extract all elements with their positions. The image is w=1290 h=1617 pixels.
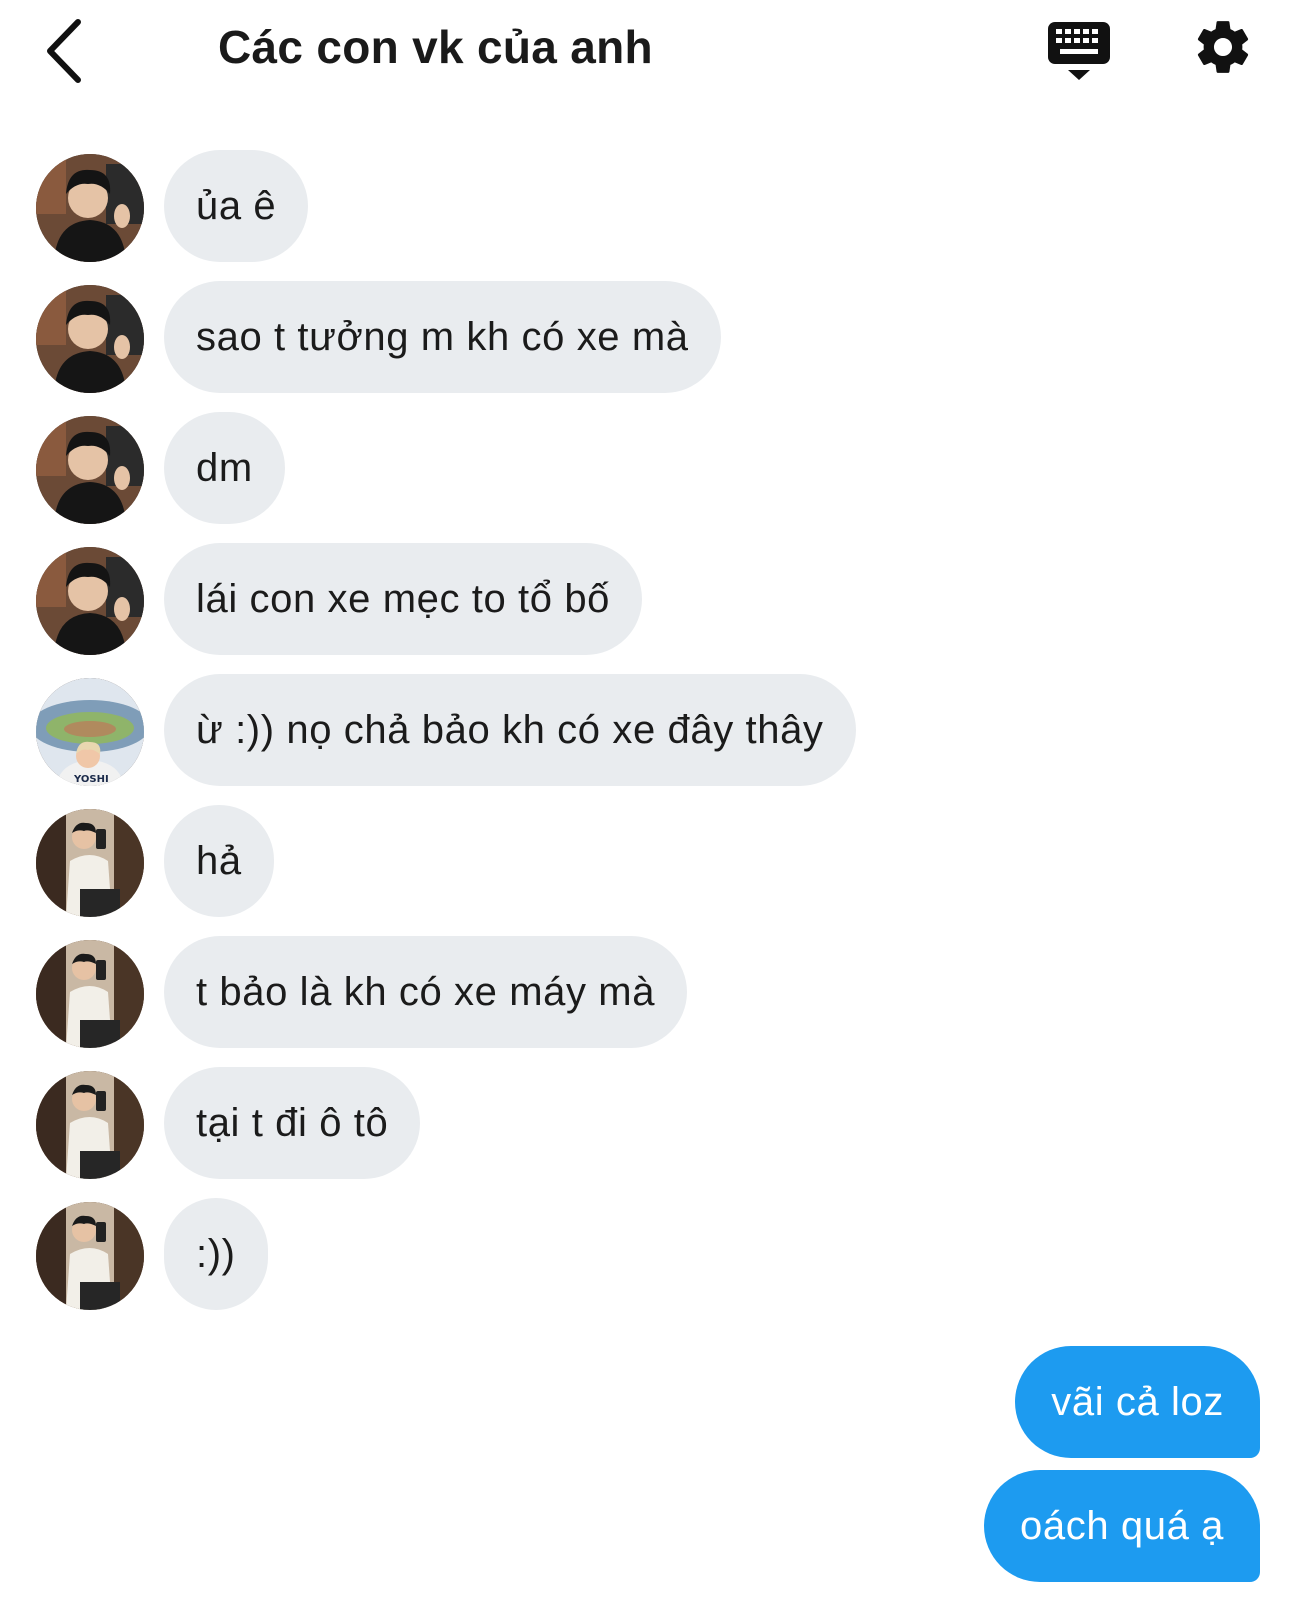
outgoing-message-bubble[interactable]: vãi cả loz — [1015, 1346, 1260, 1458]
message-row: ủa ê — [0, 150, 1290, 262]
message-row: hả — [0, 805, 1290, 917]
avatar[interactable] — [36, 416, 144, 524]
avatar[interactable] — [36, 154, 144, 262]
keyboard-button[interactable] — [1046, 18, 1112, 84]
avatar[interactable]: YOSHI — [36, 678, 144, 786]
message-bubble[interactable]: t bảo là kh có xe máy mà — [164, 936, 688, 1048]
message-bubble[interactable]: dm — [164, 412, 285, 524]
avatar[interactable] — [36, 940, 144, 1048]
avatar[interactable] — [36, 809, 144, 917]
conversation-header: Các con vk của anh — [0, 0, 1290, 110]
message-bubble[interactable]: sao t tưởng m kh có xe mà — [164, 281, 721, 393]
conversation-title[interactable]: Các con vk của anh — [218, 20, 653, 74]
message-row: tại t đi ô tô — [0, 1067, 1290, 1179]
gear-icon — [1197, 21, 1249, 73]
message-row: t bảo là kh có xe máy mà — [0, 936, 1290, 1048]
message-bubble[interactable]: lái con xe mẹc to tổ bố — [164, 543, 643, 655]
message-bubble[interactable]: ừ :)) nọ chả bảo kh có xe đây thây — [164, 674, 856, 786]
keyboard-icon — [1048, 22, 1110, 80]
message-row: YOSHI ừ :)) nọ chả bảo kh có xe đây thây — [0, 674, 1290, 786]
message-row: :)) — [0, 1198, 1290, 1310]
message-bubble[interactable]: :)) — [164, 1198, 268, 1310]
avatar[interactable] — [36, 1071, 144, 1179]
message-bubble[interactable]: hả — [164, 805, 274, 917]
avatar[interactable] — [36, 1202, 144, 1310]
back-button[interactable] — [40, 16, 94, 86]
chevron-left-icon — [47, 19, 81, 83]
avatar[interactable] — [36, 285, 144, 393]
dm-conversation-screen: Các con vk của anh ủa ê sao t tưởng m kh… — [0, 0, 1290, 1617]
message-bubble[interactable]: ủa ê — [164, 150, 309, 262]
avatar[interactable] — [36, 547, 144, 655]
message-bubble[interactable]: tại t đi ô tô — [164, 1067, 421, 1179]
outgoing-message-bubble[interactable]: oách quá ạ — [984, 1470, 1260, 1582]
jersey-text: YOSHI — [73, 774, 109, 785]
settings-button[interactable] — [1192, 16, 1254, 78]
message-row: lái con xe mẹc to tổ bố — [0, 543, 1290, 655]
message-row: sao t tưởng m kh có xe mà — [0, 281, 1290, 393]
message-row: dm — [0, 412, 1290, 524]
